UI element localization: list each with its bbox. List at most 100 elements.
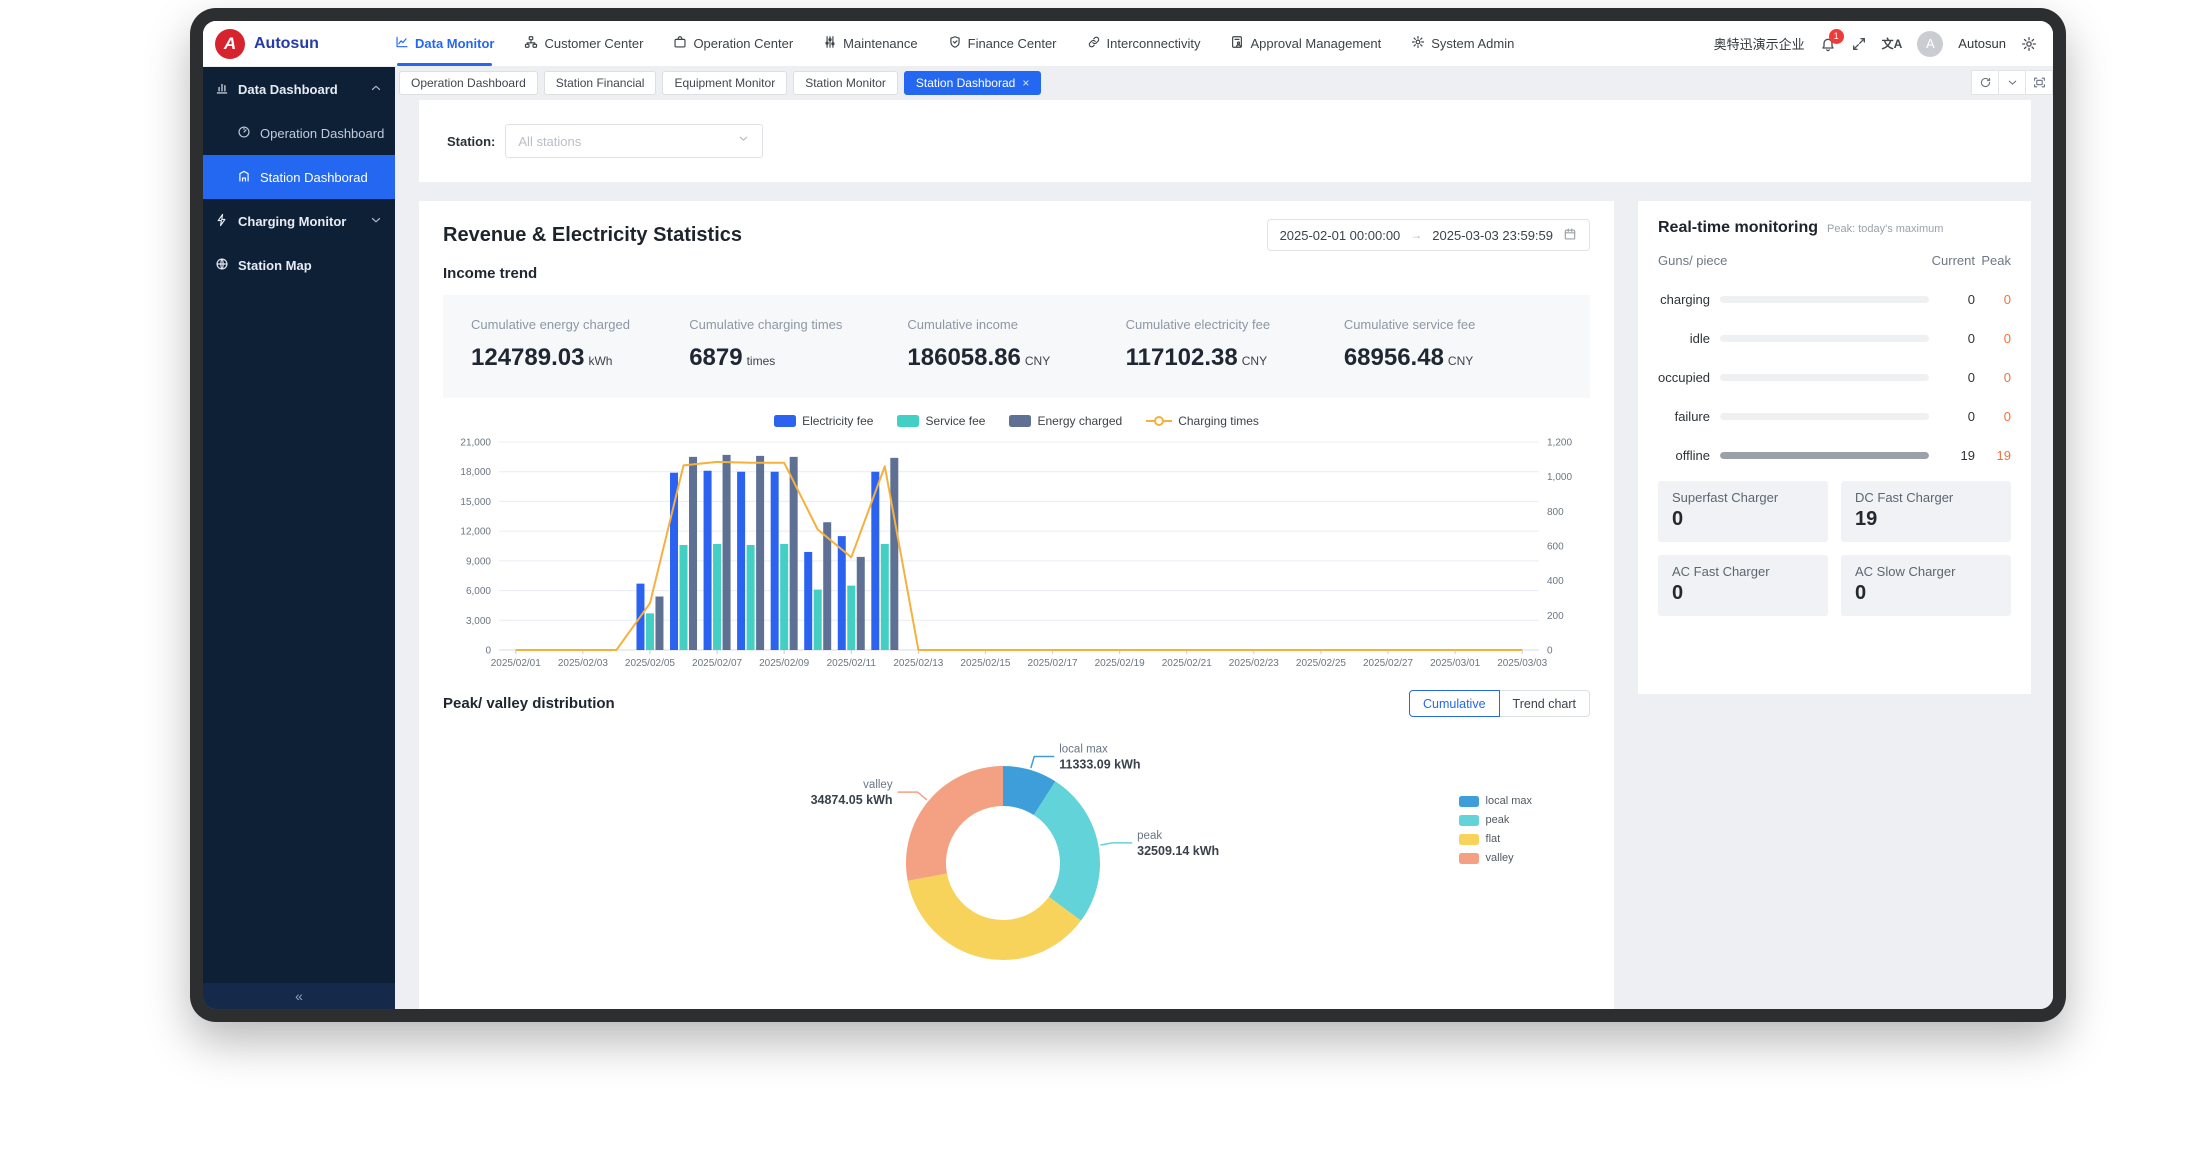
nav-label: Data Monitor — [415, 36, 494, 51]
nav-system-admin[interactable]: System Admin — [1411, 21, 1514, 66]
monitoring-note: Peak: today's maximum — [1827, 223, 1943, 235]
stat-value: 186058.86CNY — [907, 344, 1125, 372]
sidebar: Data Dashboard Operation Dashboard Stati… — [203, 67, 395, 1009]
settings-gear-icon[interactable] — [2021, 36, 2037, 52]
sidebar-item-station-dashborad[interactable]: Station Dashborad — [203, 155, 395, 199]
sidebar-item-data-dashboard[interactable]: Data Dashboard — [203, 67, 395, 111]
nav-maintenance[interactable]: Maintenance — [823, 21, 917, 66]
close-icon[interactable]: × — [1022, 76, 1029, 90]
nav-approval-management[interactable]: Approval Management — [1230, 21, 1381, 66]
svg-text:2025/02/13: 2025/02/13 — [893, 658, 943, 669]
cumulative-stats: Cumulative energy charged 124789.03kWh C… — [443, 295, 1590, 398]
legend-label: Service fee — [925, 414, 985, 428]
legend-swatch — [1459, 853, 1479, 864]
nav-data-monitor[interactable]: Data Monitor — [395, 21, 494, 66]
donut-legend-peak[interactable]: peak — [1459, 814, 1532, 826]
card-label: AC Fast Charger — [1672, 564, 1814, 579]
legend-swatch — [1459, 815, 1479, 826]
svg-text:1,200: 1,200 — [1547, 438, 1572, 449]
svg-text:2025/02/11: 2025/02/11 — [827, 658, 877, 669]
donut-slice-valley[interactable] — [906, 766, 1003, 881]
donut-legend-valley[interactable]: valley — [1459, 852, 1532, 864]
tab-operation-dashboard[interactable]: Operation Dashboard — [399, 71, 538, 95]
peak-valley-chart-area: local max11333.09 kWhpeak32509.14 kWhval… — [443, 717, 1590, 1009]
card-value: 0 — [1672, 582, 1814, 605]
stat-unit: CNY — [1242, 354, 1267, 368]
username: Autosun — [1958, 36, 2006, 51]
sidebar-item-operation-dashboard[interactable]: Operation Dashboard — [203, 111, 395, 155]
refresh-icon[interactable] — [1972, 71, 1999, 94]
svg-text:2025/02/21: 2025/02/21 — [1162, 658, 1212, 669]
nav-label: Interconnectivity — [1107, 36, 1201, 51]
tab-station-dashborad[interactable]: Station Dashborad× — [904, 71, 1041, 95]
donut-slice-peak[interactable] — [1034, 781, 1100, 920]
tab-station-monitor[interactable]: Station Monitor — [793, 71, 898, 95]
svg-text:2025/02/17: 2025/02/17 — [1028, 658, 1078, 669]
stat-unit: kWh — [588, 354, 612, 368]
legend-line-marker — [1146, 415, 1172, 427]
top-navigation: Data Monitor Customer Center Operation C… — [395, 21, 1514, 66]
legend-service-fee[interactable]: Service fee — [897, 414, 985, 428]
donut-legend-flat[interactable]: flat — [1459, 833, 1532, 845]
legend-energy-charged[interactable]: Energy charged — [1009, 414, 1122, 428]
device-frame: A Autosun Data Monitor Customer Center O… — [190, 8, 2066, 1022]
nav-interconnectivity[interactable]: Interconnectivity — [1087, 21, 1201, 66]
monitor-row-current: 0 — [1929, 409, 1975, 424]
tab-equipment-monitor[interactable]: Equipment Monitor — [662, 71, 787, 95]
nav-customer-center[interactable]: Customer Center — [524, 21, 643, 66]
gauge-icon — [237, 125, 251, 142]
stat-cumulative-electricity-fee: Cumulative electricity fee 117102.38CNY — [1126, 317, 1344, 372]
tab-station-financial[interactable]: Station Financial — [544, 71, 657, 95]
date-end[interactable]: 2025-03-03 23:59:59 — [1432, 228, 1553, 243]
peak-column-header: Peak — [1975, 253, 2011, 268]
notifications-bell-icon[interactable]: 1 — [1820, 36, 1836, 52]
card-superfast-charger: Superfast Charger 0 — [1658, 481, 1828, 542]
trend-chart-button[interactable]: Trend chart — [1499, 690, 1590, 717]
legend-electricity-fee[interactable]: Electricity fee — [774, 414, 873, 428]
tab-tools — [1971, 70, 2053, 95]
legend-swatch — [1009, 415, 1031, 427]
monitoring-table-header: Guns/ piece Current Peak — [1658, 253, 2011, 268]
sidebar-item-station-map[interactable]: Station Map — [203, 243, 395, 287]
logo-letter: A — [224, 34, 236, 54]
avatar[interactable]: A — [1917, 31, 1943, 57]
sidebar-collapse-button[interactable]: « — [203, 983, 395, 1009]
legend-charging-times[interactable]: Charging times — [1146, 414, 1259, 428]
card-ac-fast-charger: AC Fast Charger 0 — [1658, 555, 1828, 616]
chevron-up-icon — [369, 81, 383, 98]
stat-cumulative-income: Cumulative income 186058.86CNY — [907, 317, 1125, 372]
fullscreen-icon[interactable] — [1851, 36, 1867, 52]
stat-value: 6879times — [689, 344, 907, 372]
sidebar-item-label: Data Dashboard — [238, 82, 338, 97]
svg-text:15,000: 15,000 — [460, 497, 491, 508]
monitor-row-idle: idle 0 0 — [1658, 331, 2011, 346]
income-trend-chart: 03,0006,0009,00012,00015,00018,00021,000… — [443, 434, 1591, 674]
donut-callout-value: 11333.09 kWh — [1059, 757, 1140, 771]
date-start[interactable]: 2025-02-01 00:00:00 — [1280, 228, 1401, 243]
card-value: 0 — [1855, 582, 1997, 605]
monitor-row-peak: 0 — [1975, 331, 2011, 346]
station-select-placeholder: All stations — [518, 134, 737, 149]
monitor-row-current: 19 — [1929, 448, 1975, 463]
fit-screen-icon[interactable] — [2026, 71, 2053, 94]
tab-bar: Operation DashboardStation FinancialEqui… — [395, 67, 2053, 98]
date-range-picker[interactable]: 2025-02-01 00:00:00 → 2025-03-03 23:59:5… — [1267, 219, 1590, 251]
station-select[interactable]: All stations — [505, 124, 763, 158]
stat-unit: CNY — [1025, 354, 1050, 368]
nav-operation-center[interactable]: Operation Center — [673, 21, 793, 66]
monitor-row-label: idle — [1658, 331, 1720, 346]
monitor-row-bar-fill — [1720, 452, 1929, 459]
cumulative-button[interactable]: Cumulative — [1409, 690, 1500, 717]
language-translate-icon[interactable]: 文A — [1882, 35, 1903, 52]
sidebar-item-label: Charging Monitor — [238, 214, 346, 229]
svg-text:2025/03/03: 2025/03/03 — [1497, 658, 1547, 669]
chevron-down-icon[interactable] — [1999, 71, 2026, 94]
nav-finance-center[interactable]: Finance Center — [948, 21, 1057, 66]
donut-legend-local-max[interactable]: local max — [1459, 795, 1532, 807]
stat-cumulative-charging-times: Cumulative charging times 6879times — [689, 317, 907, 372]
sidebar-item-charging-monitor[interactable]: Charging Monitor — [203, 199, 395, 243]
monitor-row-peak: 0 — [1975, 370, 2011, 385]
donut-callout-value: 34874.05 kWh — [811, 793, 893, 807]
monitor-row-label: charging — [1658, 292, 1720, 307]
briefcase-icon — [673, 35, 687, 52]
